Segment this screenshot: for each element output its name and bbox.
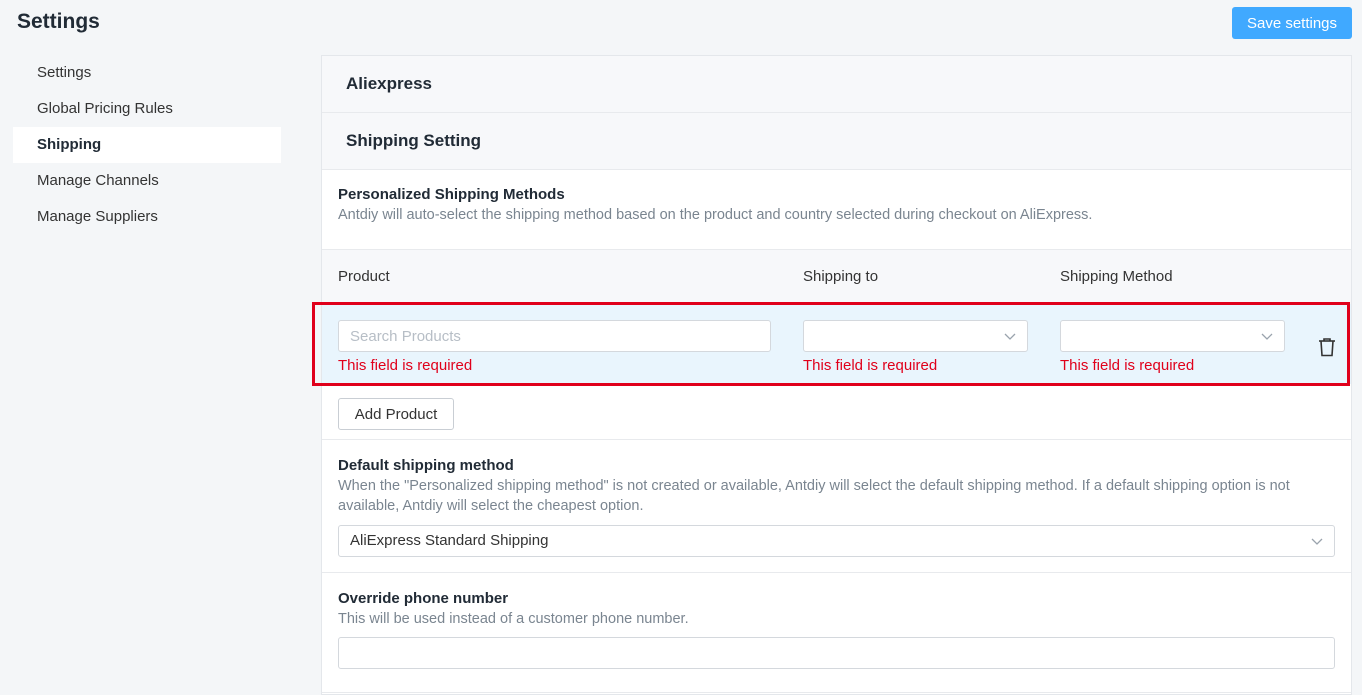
column-header-shipping-to: Shipping to	[803, 268, 879, 285]
section-heading: Shipping Setting	[322, 113, 1351, 170]
phone-number-input[interactable]	[338, 637, 1335, 669]
sidebar-item-settings[interactable]: Settings	[13, 55, 281, 91]
override-phone-description: This will be used instead of a customer …	[338, 611, 689, 627]
table-row: This field is required This field is req…	[312, 302, 1351, 386]
default-shipping-section: Default shipping method When the "Person…	[322, 440, 1351, 573]
trash-icon[interactable]	[1318, 337, 1336, 357]
sidebar-item-manage-suppliers[interactable]: Manage Suppliers	[13, 199, 281, 235]
chevron-down-icon	[1004, 333, 1016, 340]
personalized-methods-intro: Personalized Shipping Methods Antdiy wil…	[322, 170, 1351, 250]
personalized-methods-description: Antdiy will auto-select the shipping met…	[338, 207, 1093, 223]
add-product-row: Add Product	[322, 384, 1351, 440]
column-header-product: Product	[338, 268, 390, 285]
page-title: Settings	[17, 10, 100, 33]
settings-sidebar: Settings Global Pricing Rules Shipping M…	[13, 55, 281, 235]
shipping-to-error-text: This field is required	[803, 357, 938, 374]
sidebar-item-shipping[interactable]: Shipping	[13, 127, 281, 163]
save-settings-button[interactable]: Save settings	[1232, 7, 1352, 39]
sidebar-item-manage-channels[interactable]: Manage Channels	[13, 163, 281, 199]
default-shipping-description: When the "Personalized shipping method" …	[338, 478, 1290, 514]
column-header-shipping-method: Shipping Method	[1060, 268, 1173, 285]
shipping-method-select[interactable]	[1060, 320, 1285, 352]
default-shipping-title: Default shipping method	[338, 457, 514, 474]
default-shipping-value: AliExpress Standard Shipping	[350, 532, 549, 549]
table-header: Product Shipping to Shipping Method	[322, 250, 1351, 304]
chevron-down-icon	[1311, 538, 1323, 545]
sidebar-item-global-pricing-rules[interactable]: Global Pricing Rules	[13, 91, 281, 127]
personalized-methods-title: Personalized Shipping Methods	[338, 186, 565, 203]
default-shipping-select[interactable]: AliExpress Standard Shipping	[338, 525, 1335, 557]
override-phone-title: Override phone number	[338, 590, 509, 607]
shipping-method-error-text: This field is required	[1060, 357, 1195, 374]
chevron-down-icon	[1261, 333, 1273, 340]
shipping-to-select[interactable]	[803, 320, 1028, 352]
platform-heading: Aliexpress	[322, 56, 1351, 113]
search-products-input[interactable]	[338, 320, 771, 352]
page-header: Settings Save settings	[0, 0, 1362, 48]
settings-panel: Aliexpress Shipping Setting Personalized…	[312, 55, 1352, 695]
add-product-button[interactable]: Add Product	[338, 398, 454, 430]
override-phone-section: Override phone number This will be used …	[322, 573, 1351, 693]
product-error-text: This field is required	[338, 357, 473, 374]
